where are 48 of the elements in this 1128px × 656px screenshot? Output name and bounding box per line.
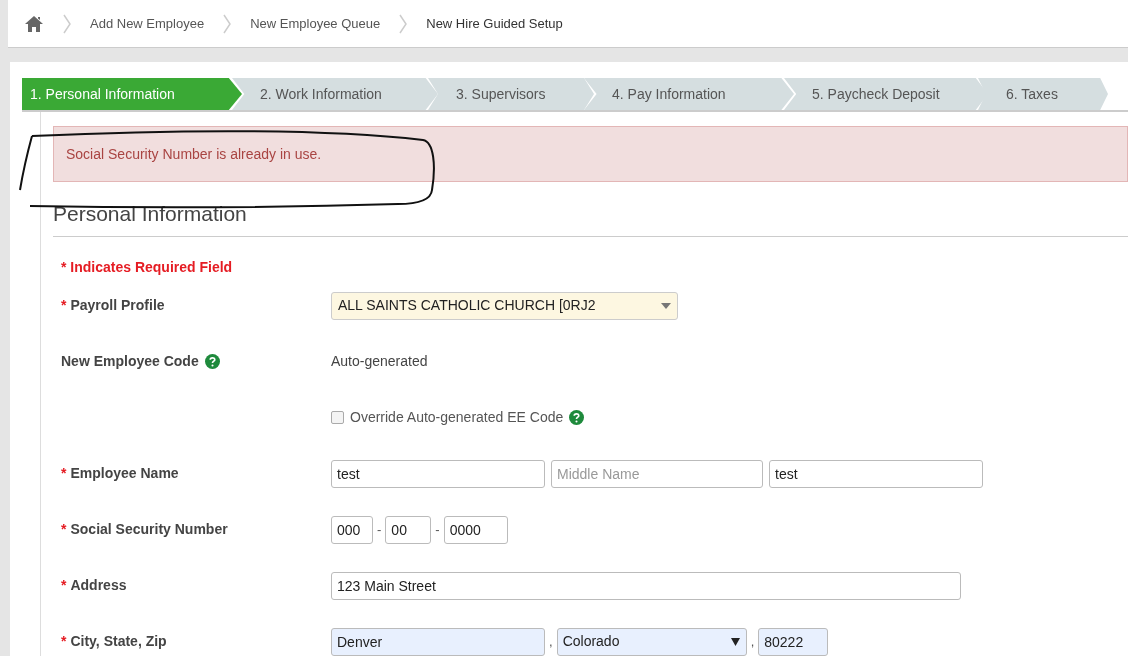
input-field[interactable]: 00 (385, 515, 432, 544)
chevron-icon (398, 13, 409, 34)
field-label: New Employee Code (61, 352, 199, 371)
wizard-step-tab[interactable]: 6. Taxes (978, 78, 1108, 110)
separator-text: - (435, 520, 440, 539)
dropdown-arrow-icon (730, 637, 740, 646)
required-note: * Indicates Required Field (61, 257, 233, 277)
input-field[interactable]: 80222 (758, 627, 829, 656)
required-asterisk: * (61, 576, 67, 595)
separator-text: , (549, 632, 553, 651)
field-label: Employee Name (70, 464, 179, 483)
required-asterisk: * (61, 296, 67, 315)
required-asterisk: * (61, 520, 67, 539)
wizard-step-tab[interactable]: 4. Pay Information (584, 78, 794, 110)
required-asterisk: * (61, 464, 67, 483)
input-field[interactable]: Middle Name (551, 459, 763, 488)
home-icon[interactable] (24, 14, 44, 33)
chevron-icon (62, 13, 72, 34)
payroll-profile-select[interactable]: ALL SAINTS CATHOLIC CHURCH [0RJ2 (331, 291, 678, 320)
field-label: Payroll Profile (70, 296, 165, 315)
dropdown-field[interactable]: Colorado (556, 627, 747, 656)
section-title: Personal Information (53, 198, 255, 237)
wizard-step-tab[interactable]: 5. Paycheck Deposit (784, 78, 988, 110)
help-icon[interactable] (204, 354, 220, 369)
field-label: Address (70, 576, 127, 595)
separator-text: - (377, 520, 382, 539)
checkbox-label: Override Auto-generated EE Code (350, 408, 564, 427)
input-field[interactable]: test (331, 459, 545, 488)
field-value: Auto-generated (331, 352, 428, 371)
input-field[interactable]: 0000 (443, 515, 508, 544)
breadcrumb-link[interactable]: New Employee Queue (250, 9, 381, 38)
input-field[interactable]: test (769, 459, 983, 488)
field-label: City, State, Zip (70, 632, 167, 651)
separator-text: , (750, 632, 755, 651)
input-field[interactable]: 000 (331, 515, 373, 544)
wizard-step-tab[interactable]: 3. Supervisors (428, 78, 594, 110)
required-asterisk: * (61, 632, 67, 651)
checkbox[interactable] (331, 411, 344, 424)
breadcrumb-link[interactable]: Add New Employee (90, 9, 205, 38)
error-message: Social Security Number is already in use. (66, 144, 322, 164)
help-icon[interactable] (569, 410, 585, 425)
chevron-icon (222, 13, 233, 34)
caret-icon (661, 302, 671, 309)
breadcrumb-current: New Hire Guided Setup (426, 14, 563, 33)
wizard-step-tab[interactable]: 2. Work Information (232, 78, 438, 110)
input-field[interactable]: Denver (331, 627, 545, 656)
input-field[interactable]: 123 Main Street (331, 571, 961, 600)
field-label: Social Security Number (70, 520, 228, 539)
